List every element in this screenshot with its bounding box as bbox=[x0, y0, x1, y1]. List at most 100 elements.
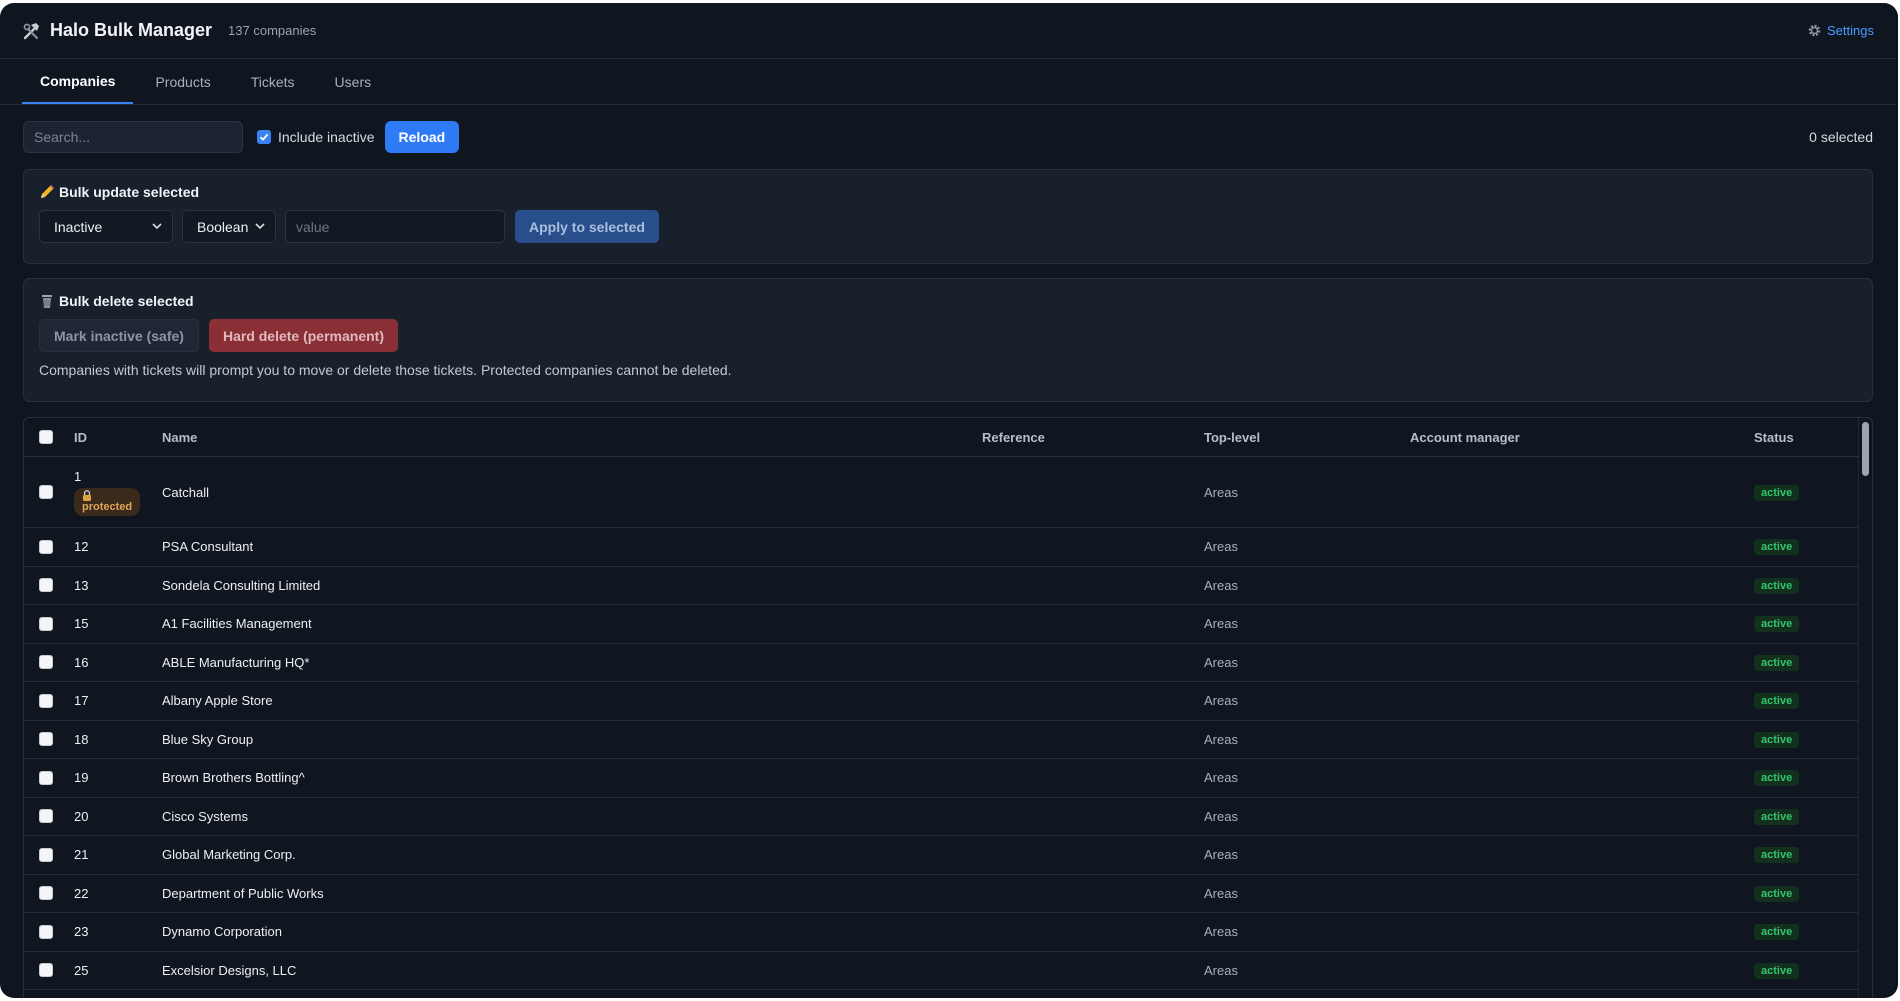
column-header-reference[interactable]: Reference bbox=[982, 430, 1204, 445]
row-top-level: Areas bbox=[1204, 577, 1238, 593]
row-checkbox[interactable] bbox=[39, 732, 53, 747]
table-row[interactable]: 21 Global Marketing Corp. Areas active bbox=[24, 836, 1872, 875]
table-row[interactable]: 23 Dynamo Corporation Areas active bbox=[24, 913, 1872, 952]
column-header-status[interactable]: Status bbox=[1754, 430, 1854, 445]
status-badge: active bbox=[1754, 962, 1800, 979]
company-count: 137 companies bbox=[228, 23, 317, 38]
table-row[interactable]: 22 Department of Public Works Areas acti… bbox=[24, 875, 1872, 913]
status-badge: active bbox=[1754, 847, 1800, 864]
row-top-level: Areas bbox=[1204, 847, 1238, 863]
app-header: Halo Bulk Manager 137 companies Settings bbox=[0, 3, 1896, 59]
row-top-level: Areas bbox=[1204, 770, 1238, 786]
status-badge: active bbox=[1754, 885, 1800, 902]
table-row[interactable]: 13 Sondela Consulting Limited Areas acti… bbox=[24, 567, 1872, 605]
gear-icon bbox=[1808, 24, 1821, 37]
bulk-delete-title: Bulk delete selected bbox=[39, 293, 1857, 309]
column-header-top-level[interactable]: Top-level bbox=[1204, 430, 1410, 445]
delete-note: Companies with tickets will prompt you t… bbox=[39, 362, 732, 378]
selected-count: 0 selected bbox=[1809, 129, 1873, 145]
table-scrollbar[interactable] bbox=[1858, 418, 1872, 998]
status-badge: active bbox=[1754, 616, 1800, 633]
toolbar: Include inactive Reload 0 selected bbox=[0, 105, 1896, 169]
table-row[interactable]: 16 ABLE Manufacturing HQ* Areas active bbox=[24, 644, 1872, 682]
status-badge: active bbox=[1754, 693, 1800, 710]
app-window: Halo Bulk Manager 137 companies Settings… bbox=[0, 3, 1898, 998]
row-name: Dynamo Corporation bbox=[162, 924, 282, 940]
table-row[interactable]: 1 protected Catchall Areas active bbox=[24, 457, 1872, 528]
row-checkbox[interactable] bbox=[39, 886, 53, 901]
status-badge: active bbox=[1754, 808, 1800, 825]
search-input[interactable] bbox=[23, 121, 243, 153]
hard-delete-button[interactable]: Hard delete (permanent) bbox=[208, 319, 398, 352]
table-row[interactable]: 25 Excelsior Designs, LLC Areas active bbox=[24, 952, 1872, 990]
row-checkbox[interactable] bbox=[39, 809, 53, 824]
field-select[interactable]: Inactive bbox=[39, 210, 173, 243]
status-badge: active bbox=[1754, 731, 1800, 748]
row-top-level: Areas bbox=[1204, 693, 1238, 709]
row-name: Department of Public Works bbox=[162, 885, 324, 901]
value-input[interactable] bbox=[285, 210, 505, 243]
tab-companies[interactable]: Companies bbox=[22, 59, 134, 104]
settings-label: Settings bbox=[1827, 23, 1874, 38]
row-checkbox[interactable] bbox=[39, 847, 53, 862]
row-checkbox[interactable] bbox=[39, 485, 53, 499]
row-top-level: Areas bbox=[1204, 484, 1238, 500]
column-header-name[interactable]: Name bbox=[162, 430, 982, 445]
row-checkbox[interactable] bbox=[39, 770, 53, 785]
apply-to-selected-button[interactable]: Apply to selected bbox=[515, 210, 659, 243]
status-badge: active bbox=[1754, 484, 1800, 501]
status-badge: active bbox=[1754, 770, 1800, 787]
row-id: 16 bbox=[74, 654, 89, 670]
tab-users[interactable]: Users bbox=[317, 59, 390, 104]
include-inactive-toggle[interactable]: Include inactive bbox=[257, 129, 375, 145]
row-id: 15 bbox=[74, 616, 89, 632]
bulk-delete-panel: Bulk delete selected Mark inactive (safe… bbox=[23, 278, 1873, 402]
row-checkbox[interactable] bbox=[39, 578, 53, 593]
tab-tickets[interactable]: Tickets bbox=[233, 59, 313, 104]
mark-inactive-button[interactable]: Mark inactive (safe) bbox=[39, 319, 199, 352]
type-select[interactable]: Boolean bbox=[182, 210, 276, 243]
row-name: Sondela Consulting Limited bbox=[162, 577, 321, 593]
tab-products[interactable]: Products bbox=[137, 59, 228, 104]
include-inactive-checkbox[interactable] bbox=[257, 130, 271, 144]
status-badge: active bbox=[1754, 924, 1800, 941]
include-inactive-label: Include inactive bbox=[278, 129, 375, 145]
row-name: PSA Consultant bbox=[162, 539, 254, 555]
status-badge: active bbox=[1754, 577, 1800, 594]
row-id: 18 bbox=[74, 731, 89, 747]
settings-link[interactable]: Settings bbox=[1807, 23, 1874, 38]
row-top-level: Areas bbox=[1204, 962, 1238, 978]
row-top-level: Areas bbox=[1204, 808, 1238, 824]
table-row[interactable]: 19 Brown Brothers Bottling^ Areas active bbox=[24, 759, 1872, 798]
column-header-account-manager[interactable]: Account manager bbox=[1410, 430, 1754, 445]
status-badge: active bbox=[1754, 539, 1800, 556]
scrollbar-thumb[interactable] bbox=[1862, 422, 1869, 476]
table-row[interactable]: 17 Albany Apple Store Areas active bbox=[24, 682, 1872, 721]
row-checkbox[interactable] bbox=[39, 963, 53, 978]
protected-badge: protected bbox=[74, 487, 141, 516]
select-all-checkbox[interactable] bbox=[39, 430, 53, 444]
row-checkbox[interactable] bbox=[39, 924, 53, 939]
row-top-level: Areas bbox=[1204, 539, 1238, 555]
row-id: 12 bbox=[74, 539, 89, 555]
row-id: 1 bbox=[74, 468, 82, 484]
row-name: Albany Apple Store bbox=[162, 693, 273, 709]
row-top-level: Areas bbox=[1204, 616, 1238, 632]
reload-button[interactable]: Reload bbox=[384, 121, 460, 153]
tab-bar: Companies Products Tickets Users bbox=[0, 59, 1896, 105]
pencil-icon bbox=[41, 185, 54, 198]
row-id: 21 bbox=[74, 847, 89, 863]
row-id: 20 bbox=[74, 808, 89, 824]
row-checkbox[interactable] bbox=[39, 655, 53, 670]
row-checkbox[interactable] bbox=[39, 693, 53, 708]
row-checkbox[interactable] bbox=[39, 616, 53, 631]
table-row[interactable]: 20 Cisco Systems Areas active bbox=[24, 798, 1872, 836]
app-title: Halo Bulk Manager bbox=[50, 20, 213, 40]
lock-icon bbox=[83, 489, 91, 501]
row-name: A1 Facilities Management bbox=[162, 616, 312, 632]
table-row[interactable]: 18 Blue Sky Group Areas active bbox=[24, 721, 1872, 759]
table-row[interactable]: 12 PSA Consultant Areas active bbox=[24, 528, 1872, 567]
table-row[interactable]: 15 A1 Facilities Management Areas active bbox=[24, 605, 1872, 644]
column-header-id[interactable]: ID bbox=[66, 430, 162, 445]
row-checkbox[interactable] bbox=[39, 539, 53, 554]
